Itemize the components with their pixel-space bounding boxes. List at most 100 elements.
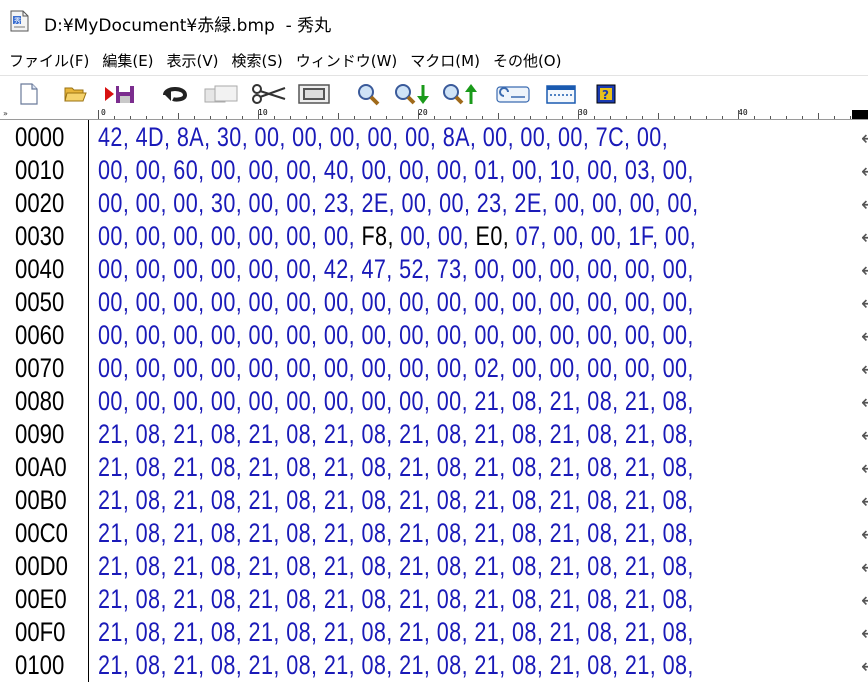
hex-byte[interactable]: 42,	[324, 254, 362, 284]
hex-byte[interactable]: 23,	[477, 188, 515, 218]
hex-byte[interactable]: 00,	[361, 353, 399, 383]
hex-byte[interactable]: 08,	[587, 551, 625, 581]
hex-byte[interactable]: 08,	[136, 518, 174, 548]
hex-byte[interactable]: 00,	[399, 155, 437, 185]
hex-byte[interactable]: 00,	[550, 254, 588, 284]
row-hex-bytes[interactable]: 42, 4D, 8A, 30, 00, 00, 00, 00, 00, 8A, …	[98, 121, 668, 154]
hex-byte[interactable]: 08,	[136, 617, 174, 647]
hex-byte[interactable]: 00,	[211, 353, 249, 383]
hex-byte[interactable]: 00,	[361, 287, 399, 317]
hex-byte[interactable]: 00,	[324, 386, 362, 416]
hex-byte[interactable]: 08,	[286, 518, 324, 548]
hex-byte[interactable]: 00,	[587, 320, 625, 350]
hex-byte[interactable]: 08,	[663, 518, 694, 548]
hex-byte[interactable]: 21,	[550, 518, 588, 548]
hex-byte[interactable]: 21,	[249, 485, 287, 515]
hex-byte[interactable]: 21,	[98, 419, 136, 449]
hex-byte[interactable]: 00,	[255, 122, 293, 152]
hex-byte[interactable]: 00,	[249, 320, 287, 350]
hex-byte[interactable]: 4D,	[136, 122, 177, 152]
hex-byte[interactable]: 08,	[361, 518, 399, 548]
paste-button[interactable]	[296, 80, 332, 108]
hex-byte[interactable]: 21,	[474, 386, 512, 416]
hex-byte[interactable]: 21,	[399, 650, 437, 680]
hex-byte[interactable]: 08,	[663, 650, 694, 680]
hex-byte[interactable]: 21,	[324, 551, 362, 581]
hex-byte[interactable]: 00,	[550, 287, 588, 317]
hex-byte[interactable]: 00,	[173, 353, 211, 383]
hex-byte[interactable]: 08,	[211, 650, 249, 680]
hex-byte[interactable]: 21,	[249, 518, 287, 548]
hex-byte[interactable]: 08,	[211, 452, 249, 482]
hex-byte[interactable]: 47,	[361, 254, 399, 284]
hex-byte[interactable]: 08,	[437, 650, 475, 680]
hex-byte[interactable]: 00,	[553, 221, 591, 251]
hex-byte[interactable]: 30,	[211, 188, 249, 218]
hex-byte[interactable]: 00,	[173, 287, 211, 317]
hex-byte[interactable]: 21,	[324, 617, 362, 647]
hex-byte[interactable]: 21,	[324, 452, 362, 482]
hex-byte[interactable]: 00,	[98, 188, 136, 218]
hex-byte[interactable]: 00,	[173, 221, 211, 251]
hex-byte[interactable]: 08,	[663, 551, 694, 581]
hex-byte[interactable]: 21,	[625, 551, 663, 581]
hex-byte[interactable]: 00,	[437, 320, 475, 350]
hex-byte[interactable]: 00,	[136, 188, 174, 218]
hex-byte[interactable]: 00,	[587, 155, 625, 185]
hex-byte[interactable]: 01,	[474, 155, 512, 185]
hex-byte[interactable]: 2E,	[514, 188, 554, 218]
open-button[interactable]	[62, 80, 88, 108]
hex-byte[interactable]: 08,	[437, 617, 475, 647]
hex-byte[interactable]: 08,	[587, 617, 625, 647]
hex-byte[interactable]: 00,	[330, 122, 368, 152]
hex-byte[interactable]: 00,	[663, 155, 694, 185]
hex-byte[interactable]: 08,	[211, 551, 249, 581]
hex-byte[interactable]: 00,	[286, 254, 324, 284]
hex-byte[interactable]: 08,	[286, 584, 324, 614]
hex-byte[interactable]: 00,	[98, 386, 136, 416]
hex-byte[interactable]: 00,	[550, 320, 588, 350]
hex-byte[interactable]: 00,	[292, 122, 330, 152]
hex-byte[interactable]: 00,	[136, 320, 174, 350]
hex-byte[interactable]: 08,	[437, 419, 475, 449]
hex-byte[interactable]: 1F,	[628, 221, 664, 251]
hex-byte[interactable]: 00,	[483, 122, 521, 152]
hex-byte[interactable]: 00,	[550, 353, 588, 383]
hex-byte[interactable]: 00,	[512, 287, 550, 317]
hex-byte[interactable]: 08,	[663, 386, 694, 416]
hex-byte[interactable]: 03,	[625, 155, 663, 185]
hex-byte[interactable]: 00,	[249, 221, 287, 251]
hex-byte[interactable]: 21,	[173, 584, 211, 614]
hex-byte[interactable]: E0,	[476, 221, 516, 251]
hex-byte[interactable]: 10,	[550, 155, 588, 185]
new-file-button[interactable]	[16, 80, 42, 108]
hex-byte[interactable]: 00,	[399, 320, 437, 350]
hex-byte[interactable]: 00,	[249, 254, 287, 284]
hex-byte[interactable]: 00,	[136, 254, 174, 284]
hex-byte[interactable]: 21,	[625, 485, 663, 515]
hex-byte[interactable]: 21,	[550, 617, 588, 647]
find-prev-button[interactable]	[440, 80, 480, 108]
hex-byte[interactable]: 23,	[324, 188, 362, 218]
hex-byte[interactable]: 21,	[625, 518, 663, 548]
hex-byte[interactable]: 00,	[637, 122, 668, 152]
hex-byte[interactable]: 08,	[211, 518, 249, 548]
hex-byte[interactable]: 08,	[211, 485, 249, 515]
hex-byte[interactable]: 08,	[361, 650, 399, 680]
hex-byte[interactable]: 08,	[587, 452, 625, 482]
menu-edit[interactable]: 編集(E)	[102, 50, 153, 71]
hex-byte[interactable]: 00,	[324, 287, 362, 317]
hex-byte[interactable]: 00,	[474, 254, 512, 284]
hex-byte[interactable]: 21,	[399, 551, 437, 581]
hex-byte[interactable]: 21,	[98, 617, 136, 647]
hex-byte[interactable]: 00,	[512, 353, 550, 383]
row-hex-bytes[interactable]: 00, 00, 00, 00, 00, 00, 00, 00, 00, 00, …	[98, 352, 694, 385]
hex-byte[interactable]: 08,	[286, 650, 324, 680]
row-hex-bytes[interactable]: 21, 08, 21, 08, 21, 08, 21, 08, 21, 08, …	[98, 484, 694, 517]
hex-byte[interactable]: 08,	[361, 485, 399, 515]
hex-byte[interactable]: 08,	[286, 617, 324, 647]
hex-byte[interactable]: 21,	[550, 584, 588, 614]
hex-byte[interactable]: 21,	[550, 650, 588, 680]
hex-byte[interactable]: 21,	[173, 617, 211, 647]
hex-byte[interactable]: 21,	[474, 485, 512, 515]
